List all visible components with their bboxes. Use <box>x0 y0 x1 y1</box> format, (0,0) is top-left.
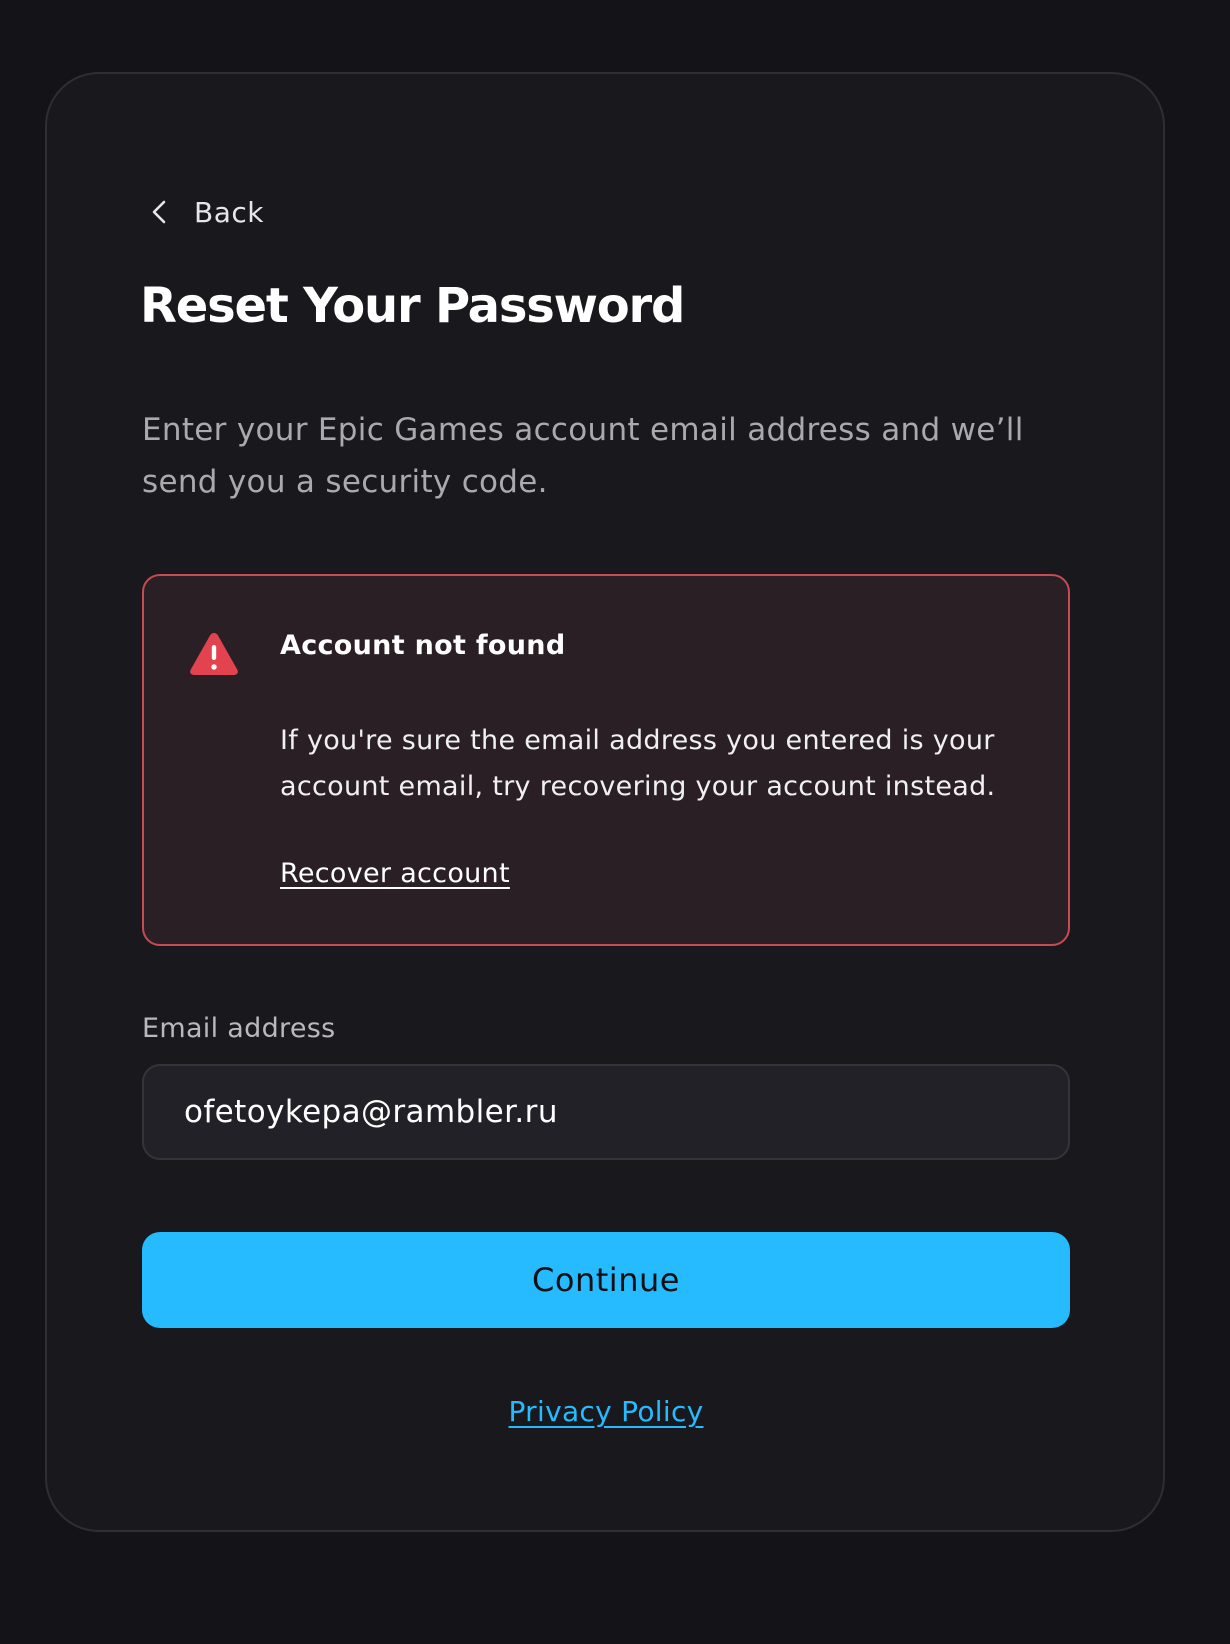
continue-button[interactable]: Continue <box>142 1232 1070 1328</box>
page-title: Reset Your Password <box>140 278 685 334</box>
privacy-policy-link[interactable]: Privacy Policy <box>0 1395 1212 1428</box>
page-subtitle: Enter your Epic Games account email addr… <box>142 412 1024 500</box>
back-button[interactable]: Back <box>140 190 264 234</box>
error-alert: Account not found If you're sure the ema… <box>142 574 1070 946</box>
chevron-left-icon <box>140 190 184 234</box>
alert-title: Account not found <box>280 630 566 661</box>
email-label: Email address <box>142 1013 336 1044</box>
back-label: Back <box>194 195 264 229</box>
warning-triangle-icon <box>188 630 240 678</box>
email-input[interactable] <box>142 1064 1070 1160</box>
recover-account-link[interactable]: Recover account <box>280 858 510 889</box>
alert-message: If you're sure the email address you ent… <box>280 725 996 802</box>
